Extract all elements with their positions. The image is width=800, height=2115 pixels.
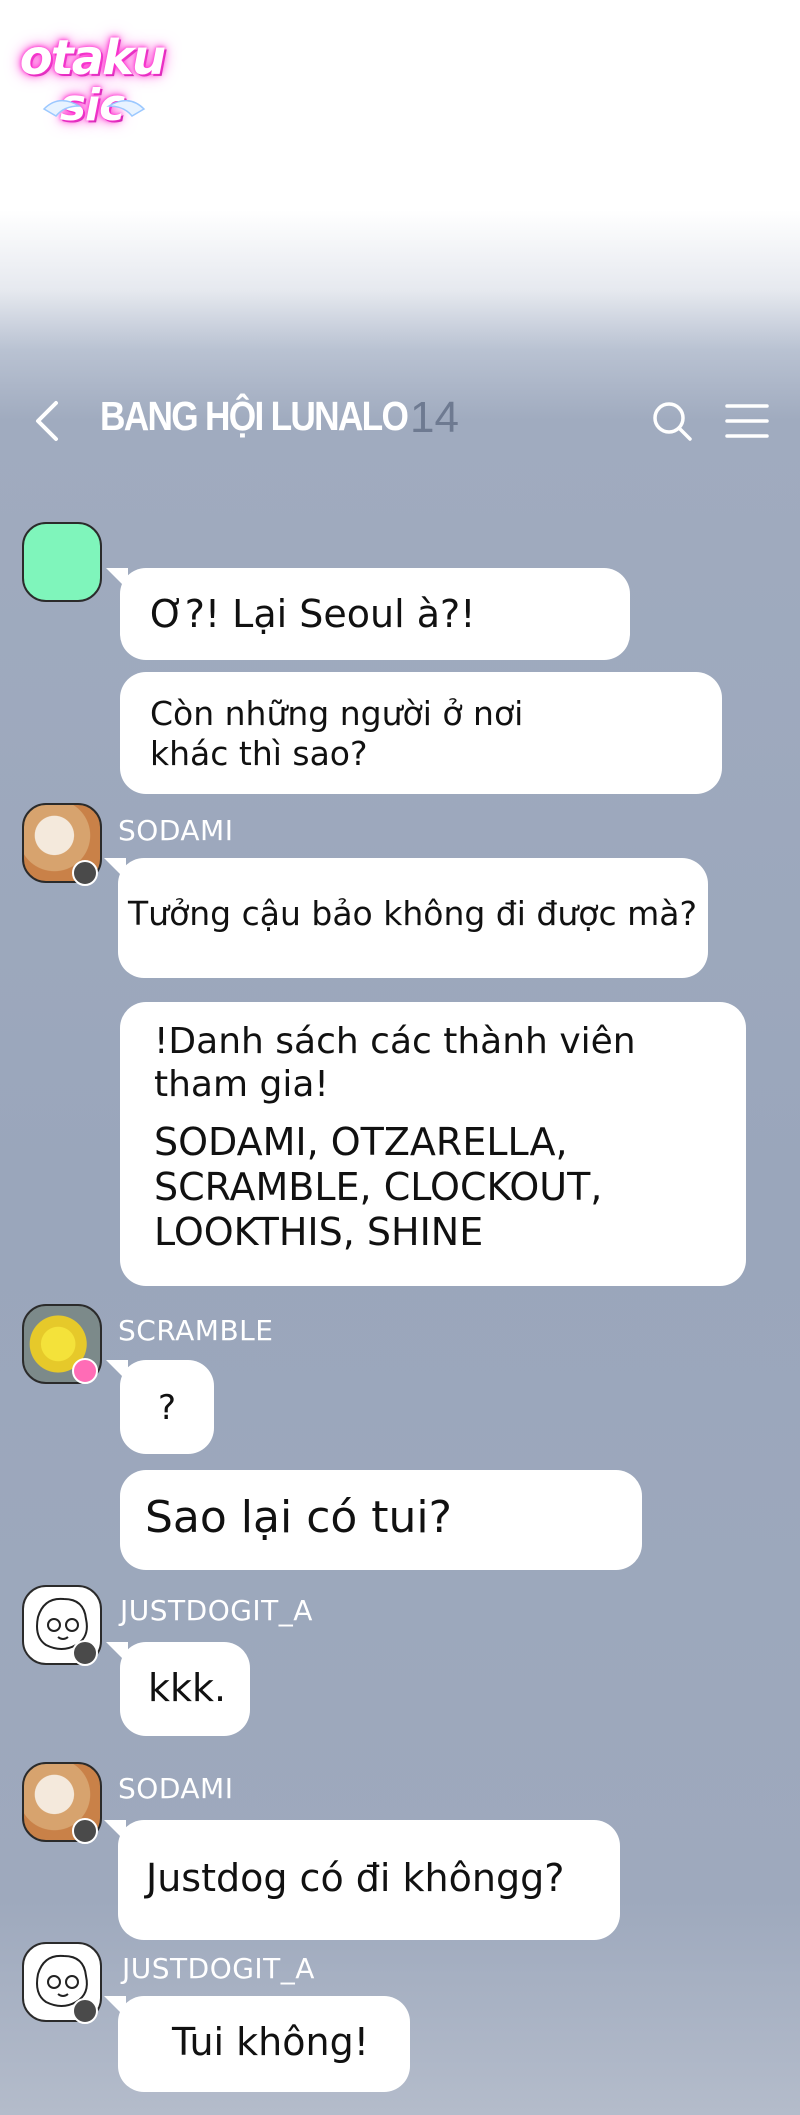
logo-line-1: otaku xyxy=(19,30,166,86)
message-bubble: Tui không! xyxy=(104,1996,410,2092)
avatar[interactable] xyxy=(22,522,102,602)
member-count: 14 xyxy=(410,393,459,442)
wings-icon xyxy=(42,100,146,117)
otakusic-logo: otaku sic xyxy=(12,22,172,132)
message-text: Tưởng cậu bảo không đi được mà? xyxy=(128,894,697,933)
chat-header: BANG HỘI LUNALO 14 xyxy=(0,385,800,455)
sender-name: SODAMI xyxy=(118,1772,234,1805)
list-heading: !Danh sách các thành viên tham gia! xyxy=(154,1021,636,1105)
message-bubble: Justdog có đi khôngg? xyxy=(104,1820,620,1940)
sender-name: JUSTDOGIT_A xyxy=(120,1594,313,1627)
chat-title: BANG HỘI LUNALO xyxy=(100,393,409,439)
message-text: Sao lại có tui? xyxy=(145,1492,453,1543)
menu-icon[interactable] xyxy=(724,401,770,441)
message-bubble: Sao lại có tui? xyxy=(120,1470,642,1570)
message-text: Justdog có đi khôngg? xyxy=(146,1856,565,1900)
list-members: SODAMI, OTZARELLA, SCRAMBLE, CLOCKOUT, L… xyxy=(154,1120,603,1254)
message-text: kkk. xyxy=(148,1666,227,1710)
message-text: Tui không! xyxy=(172,2020,369,2064)
message-text: Còn những người ở nơi khác thì sao? xyxy=(150,694,524,773)
participant-list-bubble: !Danh sách các thành viên tham gia! SODA… xyxy=(120,1002,746,1286)
sender-name: SODAMI xyxy=(118,814,234,847)
sender-name: SCRAMBLE xyxy=(118,1314,274,1347)
member-badge-icon xyxy=(72,860,98,886)
member-badge-icon xyxy=(72,1998,98,2024)
sender-name: JUSTDOGIT_A xyxy=(122,1952,315,1985)
message-bubble: Còn những người ở nơi khác thì sao? xyxy=(120,672,722,794)
crown-badge-icon xyxy=(72,1358,98,1384)
back-icon[interactable] xyxy=(30,399,64,443)
message-bubble: ? xyxy=(106,1360,214,1454)
search-icon[interactable] xyxy=(650,399,694,443)
message-text: Ơ?! Lại Seoul à?! xyxy=(150,592,476,636)
member-badge-icon xyxy=(72,1818,98,1844)
member-badge-icon xyxy=(72,1640,98,1666)
message-text: ? xyxy=(158,1388,177,1428)
message-bubble: kkk. xyxy=(106,1642,250,1736)
message-bubble: Tưởng cậu bảo không đi được mà? xyxy=(104,858,708,978)
message-bubble: Ơ?! Lại Seoul à?! xyxy=(106,568,630,660)
